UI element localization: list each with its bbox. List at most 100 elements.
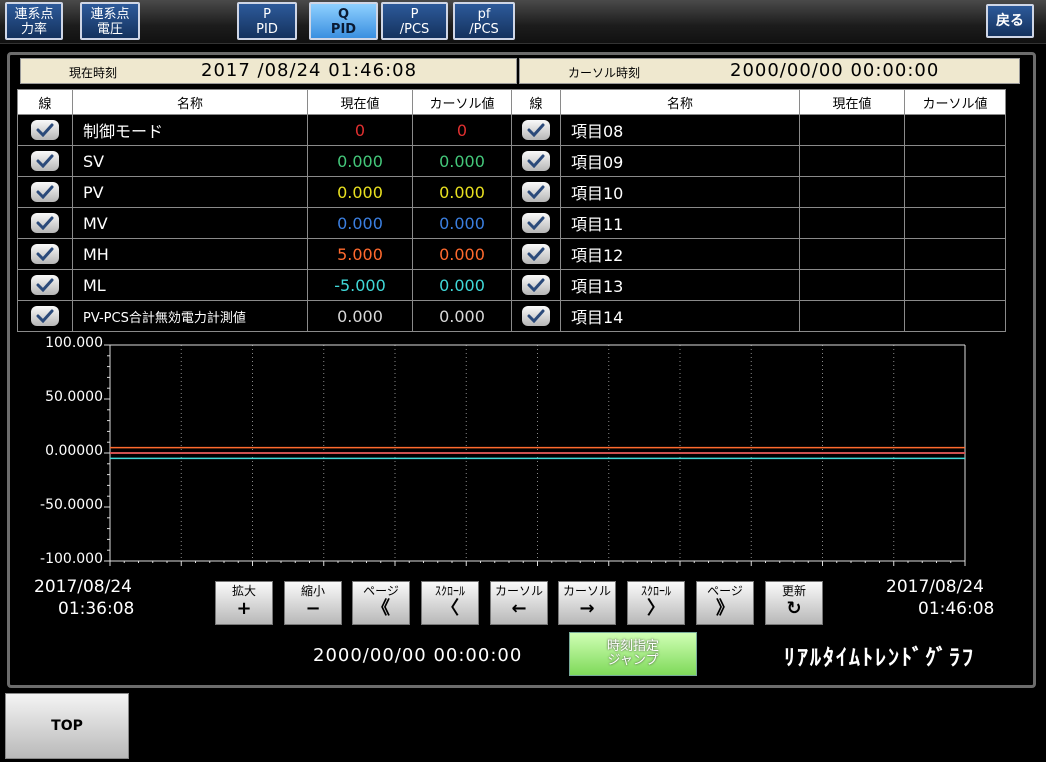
nav-label: Q xyxy=(337,7,350,22)
current-value xyxy=(799,300,905,332)
nav-label: PID xyxy=(330,22,357,37)
nav-q-pid-button[interactable]: Q PID xyxy=(309,2,378,40)
checkbox-icon[interactable] xyxy=(522,151,550,172)
x-end-date: 2017/08/24 xyxy=(886,577,984,597)
item-name: SV xyxy=(72,145,308,177)
x-start-time: 01:36:08 xyxy=(58,599,135,619)
checkbox-icon[interactable] xyxy=(522,120,550,141)
page-forward-button[interactable]: ページ》 xyxy=(696,581,754,625)
trend-items-table: 線 名称 現在値 カーソル値 線 名称 現在値 カーソル値 制御モード 0 0 項目0… xyxy=(17,89,1006,332)
checkbox-icon[interactable] xyxy=(31,151,59,172)
nav-label: pf xyxy=(477,7,491,22)
cursor-value xyxy=(904,114,1006,146)
item-name: 項目14 xyxy=(560,300,800,332)
nav-grid-voltage-button[interactable]: 連系点 電圧 xyxy=(80,2,140,40)
table-row: PV-PCS合計無効電力計測値 0.000 0.000 項目14 xyxy=(17,300,1006,332)
column-header: カーソル値 xyxy=(412,89,512,115)
nav-label: /PCS xyxy=(469,22,499,37)
checkbox-icon[interactable] xyxy=(522,275,550,296)
nav-label: 電圧 xyxy=(96,22,123,37)
current-value: 0.000 xyxy=(307,207,413,239)
cursor-value: 0 xyxy=(412,114,512,146)
line-toggle[interactable] xyxy=(17,207,73,239)
cursor-right-button[interactable]: カーソル → xyxy=(558,581,616,625)
line-toggle[interactable] xyxy=(17,269,73,301)
line-toggle[interactable] xyxy=(17,114,73,146)
current-value: 0.000 xyxy=(307,145,413,177)
cursor-value xyxy=(904,176,1006,208)
cursor-value: 0.000 xyxy=(412,238,512,270)
line-toggle[interactable] xyxy=(511,145,561,177)
checkbox-icon[interactable] xyxy=(522,213,550,234)
cursor-value: 0.000 xyxy=(412,145,512,177)
column-header: カーソル値 xyxy=(904,89,1006,115)
table-row: ML -5.000 0.000 項目13 xyxy=(17,269,1006,301)
zoom-in-button[interactable]: 拡大 + xyxy=(215,581,273,625)
line-toggle[interactable] xyxy=(17,238,73,270)
table-row: SV 0.000 0.000 項目09 xyxy=(17,145,1006,177)
cursor-left-button[interactable]: カーソル ← xyxy=(490,581,548,625)
current-value: 5.000 xyxy=(307,238,413,270)
time-jump-button[interactable]: 時刻指定 ジャンプ xyxy=(569,632,697,676)
nav-label: 連系点 xyxy=(14,7,54,22)
cursor-time-bar: カーソル時刻 2000/00/00 00:00:00 xyxy=(519,58,1020,84)
line-toggle[interactable] xyxy=(511,269,561,301)
nav-grid-power-factor-button[interactable]: 連系点 力率 xyxy=(5,2,63,40)
current-value xyxy=(799,176,905,208)
checkbox-icon[interactable] xyxy=(522,306,550,327)
cursor-value: 0.000 xyxy=(412,207,512,239)
cursor-time-label: カーソル時刻 xyxy=(568,66,641,80)
line-toggle[interactable] xyxy=(17,176,73,208)
current-value xyxy=(799,269,905,301)
line-toggle[interactable] xyxy=(511,114,561,146)
column-header: 現在値 xyxy=(799,89,905,115)
nav-p-pid-button[interactable]: P PID xyxy=(237,2,297,40)
column-header: 名称 xyxy=(72,89,308,115)
item-name: 項目10 xyxy=(560,176,800,208)
checkbox-icon[interactable] xyxy=(522,244,550,265)
cursor-value xyxy=(904,238,1006,270)
back-button[interactable]: 戻る xyxy=(986,4,1034,38)
line-toggle[interactable] xyxy=(511,176,561,208)
item-name: MV xyxy=(72,207,308,239)
item-name: 制御モード xyxy=(72,114,308,146)
current-time-value: 2017 /08/24 01:46:08 xyxy=(201,60,418,81)
y-tick-label: 50.0000 xyxy=(45,389,103,405)
current-value xyxy=(799,238,905,270)
checkbox-icon[interactable] xyxy=(31,120,59,141)
checkbox-icon[interactable] xyxy=(31,306,59,327)
checkbox-icon[interactable] xyxy=(522,182,550,203)
checkbox-icon[interactable] xyxy=(31,182,59,203)
item-name: 項目08 xyxy=(560,114,800,146)
nav-p-pcs-button[interactable]: P /PCS xyxy=(381,2,448,40)
nav-label: P xyxy=(263,7,271,22)
page-back-button[interactable]: ページ《 xyxy=(352,581,410,625)
checkbox-icon[interactable] xyxy=(31,244,59,265)
line-toggle[interactable] xyxy=(511,300,561,332)
checkbox-icon[interactable] xyxy=(31,275,59,296)
scroll-forward-button[interactable]: ｽｸﾛｰﾙ〉 xyxy=(627,581,685,625)
top-button[interactable]: TOP xyxy=(5,693,129,759)
table-header-row: 線 名称 現在値 カーソル値 線 名称 現在値 カーソル値 xyxy=(17,89,1006,115)
checkbox-icon[interactable] xyxy=(31,213,59,234)
line-toggle[interactable] xyxy=(511,238,561,270)
line-toggle[interactable] xyxy=(17,300,73,332)
current-value: -5.000 xyxy=(307,269,413,301)
column-header: 現在値 xyxy=(307,89,413,115)
scroll-back-button[interactable]: ｽｸﾛｰﾙ〈 xyxy=(421,581,479,625)
x-end-time: 01:46:08 xyxy=(918,599,995,619)
refresh-button[interactable]: 更新 ↻ xyxy=(765,581,823,625)
item-name: 項目12 xyxy=(560,238,800,270)
item-name: 項目13 xyxy=(560,269,800,301)
jump-time-value[interactable]: 2000/00/00 00:00:00 xyxy=(313,645,522,666)
y-tick-label: -50.0000 xyxy=(40,497,103,513)
nav-label: 力率 xyxy=(20,22,47,37)
zoom-out-button[interactable]: 縮小 − xyxy=(284,581,342,625)
table-row: MV 0.000 0.000 項目11 xyxy=(17,207,1006,239)
current-value: 0.000 xyxy=(307,300,413,332)
line-toggle[interactable] xyxy=(17,145,73,177)
cursor-value: 0.000 xyxy=(412,300,512,332)
nav-pf-pcs-button[interactable]: pf /PCS xyxy=(453,2,515,40)
line-toggle[interactable] xyxy=(511,207,561,239)
item-name: PV-PCS合計無効電力計測値 xyxy=(72,300,308,332)
